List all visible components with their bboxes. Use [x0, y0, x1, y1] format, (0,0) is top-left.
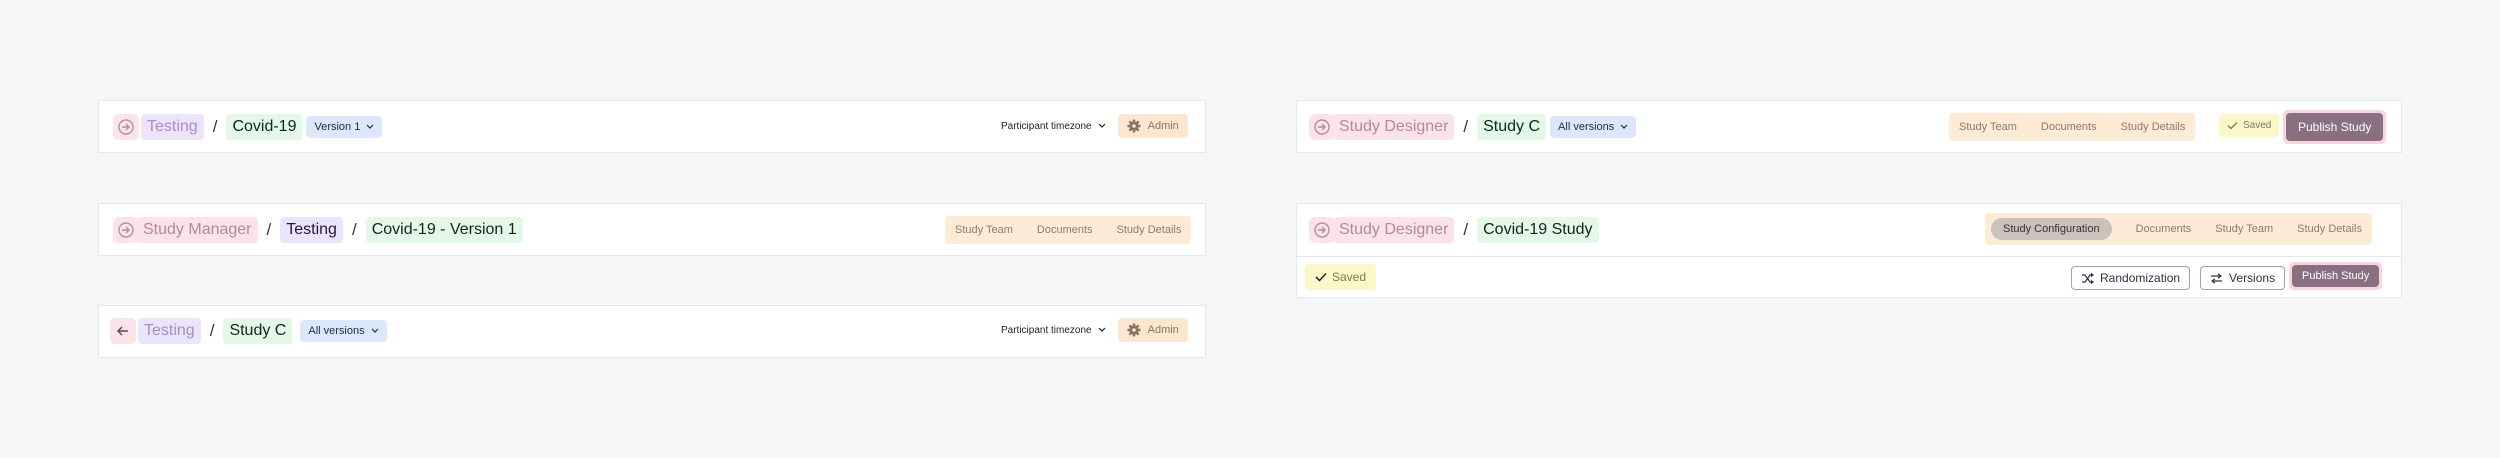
chevron-down-icon: [1098, 123, 1106, 128]
exit-icon[interactable]: [113, 114, 139, 140]
breadcrumb-separator: /: [1463, 220, 1469, 239]
version-select-value: All versions: [308, 325, 365, 337]
breadcrumb: Study Manager / Testing / Covid-19 - Ver…: [113, 217, 523, 243]
saved-status: Saved: [1305, 264, 1377, 290]
timezone-select[interactable]: Participant timezone: [1001, 325, 1106, 336]
tab-study-team[interactable]: Study Team: [2215, 223, 2273, 235]
timezone-label: Participant timezone: [1001, 324, 1092, 336]
check-icon: [2227, 121, 2238, 130]
breadcrumb: Testing / Covid-19 Version 1: [113, 114, 383, 140]
breadcrumb-parent[interactable]: Testing: [138, 318, 201, 344]
saved-status: Saved: [2219, 114, 2280, 137]
breadcrumb-separator: /: [351, 220, 357, 239]
divider: [1297, 256, 2401, 257]
version-select[interactable]: All versions: [1550, 116, 1637, 138]
publish-button-wrap: Publish Study: [2283, 110, 2387, 144]
timezone-label: Participant timezone: [1001, 120, 1092, 132]
admin-label: Admin: [1147, 324, 1179, 336]
version-select-value: All versions: [1558, 121, 1615, 133]
exit-icon[interactable]: [113, 217, 139, 243]
tab-study-configuration[interactable]: Study Configuration: [1991, 218, 2112, 240]
shuffle-icon: [2082, 272, 2094, 284]
publish-study-button[interactable]: Publish Study: [2286, 113, 2384, 141]
swap-icon: [2211, 272, 2223, 284]
arrow-left-icon: [116, 326, 128, 336]
breadcrumb-parent[interactable]: Testing: [141, 114, 204, 140]
gear-icon: [1127, 119, 1141, 133]
breadcrumb-separator: /: [1463, 117, 1469, 136]
exit-icon[interactable]: [1309, 114, 1335, 140]
tab-bar: Study Team Documents Study Details: [945, 216, 1192, 244]
tab-documents[interactable]: Documents: [2041, 121, 2097, 133]
tab-study-team[interactable]: Study Team: [955, 224, 1013, 236]
chevron-down-icon: [1098, 327, 1106, 332]
admin-label: Admin: [1147, 120, 1179, 132]
back-button[interactable]: [110, 318, 136, 344]
chevron-down-icon: [371, 328, 379, 333]
breadcrumb: Study Designer / Study C All versions: [1309, 114, 1637, 140]
randomization-label: Randomization: [2100, 271, 2181, 285]
breadcrumb-current: Covid-19: [226, 114, 303, 140]
chevron-down-icon: [1620, 124, 1628, 129]
breadcrumb-separator: /: [212, 117, 218, 136]
timezone-select[interactable]: Participant timezone: [1001, 121, 1106, 132]
tab-bar: Study Team Documents Study Details: [1949, 113, 2196, 141]
breadcrumb-root[interactable]: Study Designer: [1333, 114, 1455, 140]
header-bar-study-designer-config: Study Designer / Covid-19 Study Study Co…: [1296, 203, 2402, 298]
publish-button-wrap: Publish Study: [2289, 262, 2383, 290]
tab-study-team[interactable]: Study Team: [1959, 121, 2017, 133]
versions-label: Versions: [2229, 271, 2276, 285]
header-bar-study-manager: Study Manager / Testing / Covid-19 - Ver…: [98, 203, 1206, 256]
breadcrumb: Testing / Study C All versions: [110, 318, 387, 344]
breadcrumb-current: Covid-19 - Version 1: [365, 217, 523, 243]
version-select[interactable]: Version 1: [306, 116, 383, 138]
breadcrumb-separator: /: [266, 220, 272, 239]
version-select-value: Version 1: [314, 121, 361, 133]
tab-bar: Study Configuration Documents Study Team…: [1985, 213, 2372, 245]
header-bar-study-designer: Study Designer / Study C All versions St…: [1296, 100, 2402, 153]
versions-button[interactable]: Versions: [2200, 266, 2286, 290]
check-icon: [1315, 272, 1327, 282]
version-select[interactable]: All versions: [300, 320, 387, 342]
exit-icon[interactable]: [1309, 217, 1335, 243]
breadcrumb-root[interactable]: Study Designer: [1333, 217, 1455, 243]
breadcrumb-root[interactable]: Study Manager: [137, 217, 258, 243]
header-bar-study-version: Testing / Covid-19 Version 1 Participant…: [98, 100, 1206, 153]
chevron-down-icon: [366, 124, 374, 129]
header-bar-back: Testing / Study C All versions Participa…: [98, 305, 1206, 358]
tab-documents[interactable]: Documents: [1037, 224, 1093, 236]
tab-study-details[interactable]: Study Details: [2121, 121, 2186, 133]
breadcrumb: Study Designer / Covid-19 Study: [1309, 217, 1599, 243]
tab-study-details[interactable]: Study Details: [2297, 223, 2362, 235]
admin-button[interactable]: Admin: [1117, 114, 1188, 138]
admin-button[interactable]: Admin: [1117, 318, 1188, 342]
tab-study-details[interactable]: Study Details: [1117, 224, 1182, 236]
randomization-button[interactable]: Randomization: [2071, 266, 2191, 290]
breadcrumb-parent[interactable]: Testing: [280, 217, 343, 243]
publish-study-button[interactable]: Publish Study: [2292, 265, 2380, 287]
breadcrumb-current: Covid-19 Study: [1477, 217, 1599, 243]
breadcrumb-current: Study C: [223, 318, 293, 344]
saved-label: Saved: [1332, 270, 1367, 284]
tab-documents[interactable]: Documents: [2136, 223, 2192, 235]
breadcrumb-separator: /: [209, 321, 215, 340]
breadcrumb-current: Study C: [1477, 114, 1547, 140]
saved-label: Saved: [2243, 120, 2272, 131]
gear-icon: [1127, 323, 1141, 337]
